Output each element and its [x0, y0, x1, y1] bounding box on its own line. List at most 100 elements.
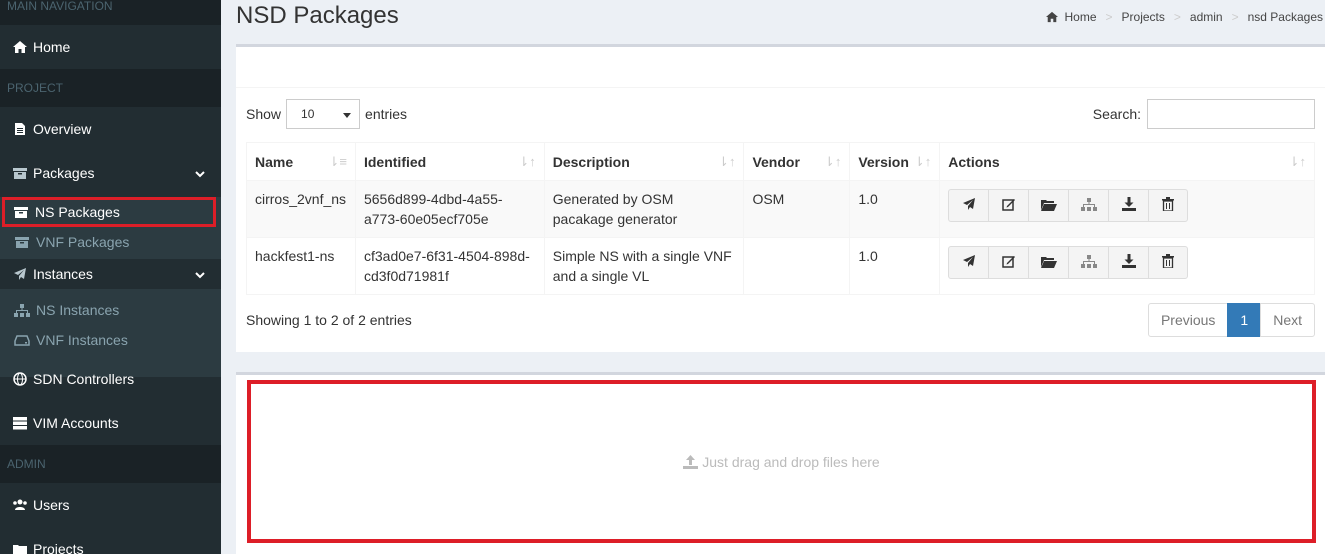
- identified-line: 5656d899-4dbd-4a55-: [363, 191, 503, 207]
- instantiate-button[interactable]: [948, 246, 990, 279]
- sidebar-item-packages[interactable]: Packages: [0, 151, 221, 195]
- breadcrumb-home[interactable]: Home: [1065, 10, 1097, 24]
- box-header: [236, 47, 1325, 88]
- sidebar-item-label: VNF Packages: [36, 234, 130, 250]
- packages-submenu: NS Packages VNF Packages: [0, 197, 221, 259]
- sidebar-item-vnf-packages[interactable]: VNF Packages: [0, 227, 221, 257]
- server-icon: [12, 416, 28, 430]
- sidebar-item-label: Instances: [33, 266, 93, 282]
- sidebar-item-label: SDN Controllers: [33, 371, 135, 387]
- file-icon: [12, 122, 28, 136]
- search-input[interactable]: [1147, 99, 1315, 129]
- pagination-next[interactable]: Next: [1260, 303, 1315, 337]
- description-line: and a single VL: [552, 268, 650, 284]
- sidebar-item-home[interactable]: Home: [0, 25, 221, 69]
- table-header-row: Name ⇂≡ Identified ⇂↑ Description ⇂↑ Vendor…: [246, 142, 1315, 181]
- trash-icon: [1162, 253, 1175, 273]
- delete-button[interactable]: [1148, 246, 1189, 279]
- column-header-vendor[interactable]: Vendor ⇂↑: [743, 142, 851, 181]
- download-button[interactable]: [1108, 189, 1150, 222]
- pagination: Previous 1 Next: [1147, 303, 1315, 337]
- description-line: pacakage generator: [552, 211, 678, 227]
- page-length-select[interactable]: 10: [286, 99, 361, 129]
- description-line: Simple NS with a single VNF: [552, 248, 732, 264]
- chevron-down-icon: [195, 165, 205, 181]
- sidebar-item-users[interactable]: Users: [0, 483, 221, 527]
- sidebar-item-sdn-controllers[interactable]: SDN Controllers: [0, 357, 221, 401]
- column-header-label: Vendor: [752, 153, 800, 170]
- cell-version: 1.0: [849, 237, 941, 295]
- folder-open-icon: [1040, 253, 1057, 273]
- page-length-value: 10: [301, 107, 315, 121]
- cell-name: cirros_2vnf_ns: [246, 180, 356, 238]
- column-header-actions[interactable]: Actions ⇂↑: [939, 142, 1315, 181]
- sidebar-item-instances[interactable]: Instances: [0, 259, 221, 289]
- sidebar-item-label: Users: [33, 497, 70, 513]
- sidebar-item-vim-accounts[interactable]: VIM Accounts: [0, 401, 221, 445]
- archive-icon: [12, 206, 30, 219]
- column-header-version[interactable]: Version ⇂↑: [849, 142, 941, 181]
- sidebar-item-ns-instances[interactable]: NS Instances: [0, 295, 221, 325]
- cell-vendor: [743, 237, 851, 295]
- breadcrumb-projects[interactable]: Projects: [1122, 10, 1165, 24]
- column-header-label: Name: [255, 153, 294, 170]
- project-header: PROJECT: [0, 69, 221, 107]
- upload-icon: [683, 454, 699, 469]
- show-graph-button[interactable]: [1068, 189, 1110, 222]
- packages-table: Name ⇂≡ Identified ⇂↑ Description ⇂↑ Vendor…: [246, 142, 1315, 295]
- breadcrumb-admin[interactable]: admin: [1190, 10, 1223, 24]
- breadcrumb-separator: >: [1105, 10, 1113, 24]
- main-navigation-header: MAIN NAVIGATION: [0, 0, 221, 25]
- open-folder-button[interactable]: [1028, 246, 1070, 279]
- download-button[interactable]: [1108, 246, 1150, 279]
- sidebar-item-label: VIM Accounts: [33, 415, 119, 431]
- show-graph-button[interactable]: [1068, 246, 1110, 279]
- page-length-control: Show 10 entries: [246, 99, 407, 129]
- pagination-previous[interactable]: Previous: [1147, 303, 1229, 337]
- paper-plane-icon: [12, 267, 28, 281]
- download-icon: [1121, 196, 1136, 216]
- edit-icon: [1002, 253, 1016, 273]
- search-control: Search:: [1093, 99, 1315, 129]
- dropzone-text: Just drag and drop files here: [702, 453, 880, 470]
- identified-line: cf3ad0e7-6f31-4504-898d-: [363, 248, 530, 264]
- page-title: NSD Packages: [236, 2, 399, 29]
- sidebar-item-ns-packages[interactable]: NS Packages: [2, 197, 216, 227]
- show-label: Show: [246, 106, 282, 122]
- folder-open-icon: [1040, 196, 1057, 216]
- instantiate-button[interactable]: [948, 189, 990, 222]
- sidebar-item-overview[interactable]: Overview: [0, 107, 221, 151]
- sort-icon: ⇂↑: [518, 153, 536, 169]
- edit-button[interactable]: [988, 189, 1030, 222]
- users-icon: [12, 499, 28, 511]
- column-header-identified[interactable]: Identified ⇂↑: [354, 142, 545, 181]
- datatable-footer: Showing 1 to 2 of 2 entries Previous 1 N…: [246, 303, 1315, 337]
- column-header-description[interactable]: Description ⇂↑: [543, 142, 745, 181]
- datatable-controls: Show 10 entries Search:: [246, 99, 1315, 129]
- globe-icon: [12, 372, 28, 386]
- search-label: Search:: [1092, 106, 1141, 122]
- breadcrumb-current: nsd Packages: [1247, 10, 1323, 24]
- cell-description: Simple NS with a single VNF and a single …: [543, 237, 745, 295]
- trash-icon: [1162, 196, 1175, 216]
- edit-icon: [1002, 196, 1016, 216]
- content-area: NSD Packages Home > Projects > admin > n…: [221, 0, 1325, 554]
- file-dropzone[interactable]: Just drag and drop files here: [247, 380, 1316, 543]
- folder-icon: [12, 543, 28, 554]
- table-info: Showing 1 to 2 of 2 entries: [246, 312, 412, 328]
- description-line: Generated by OSM: [552, 191, 674, 207]
- pagination-page[interactable]: 1: [1227, 303, 1262, 337]
- edit-button[interactable]: [988, 246, 1030, 279]
- column-header-name[interactable]: Name ⇂≡: [246, 142, 356, 181]
- open-folder-button[interactable]: [1028, 189, 1070, 222]
- identified-line: a773-60e05ecf705e: [363, 211, 489, 227]
- delete-button[interactable]: [1148, 189, 1189, 222]
- sidebar-item-label: NS Instances: [36, 302, 120, 318]
- sidebar-item-vnf-instances[interactable]: VNF Instances: [0, 325, 221, 355]
- archive-icon: [13, 236, 31, 249]
- caret-down-icon: [343, 107, 352, 121]
- sidebar-item-projects[interactable]: Projects: [0, 527, 221, 554]
- sidebar-item-label: NS Packages: [35, 204, 120, 220]
- sitemap-icon: [1080, 253, 1097, 273]
- breadcrumb-separator: >: [1231, 10, 1239, 24]
